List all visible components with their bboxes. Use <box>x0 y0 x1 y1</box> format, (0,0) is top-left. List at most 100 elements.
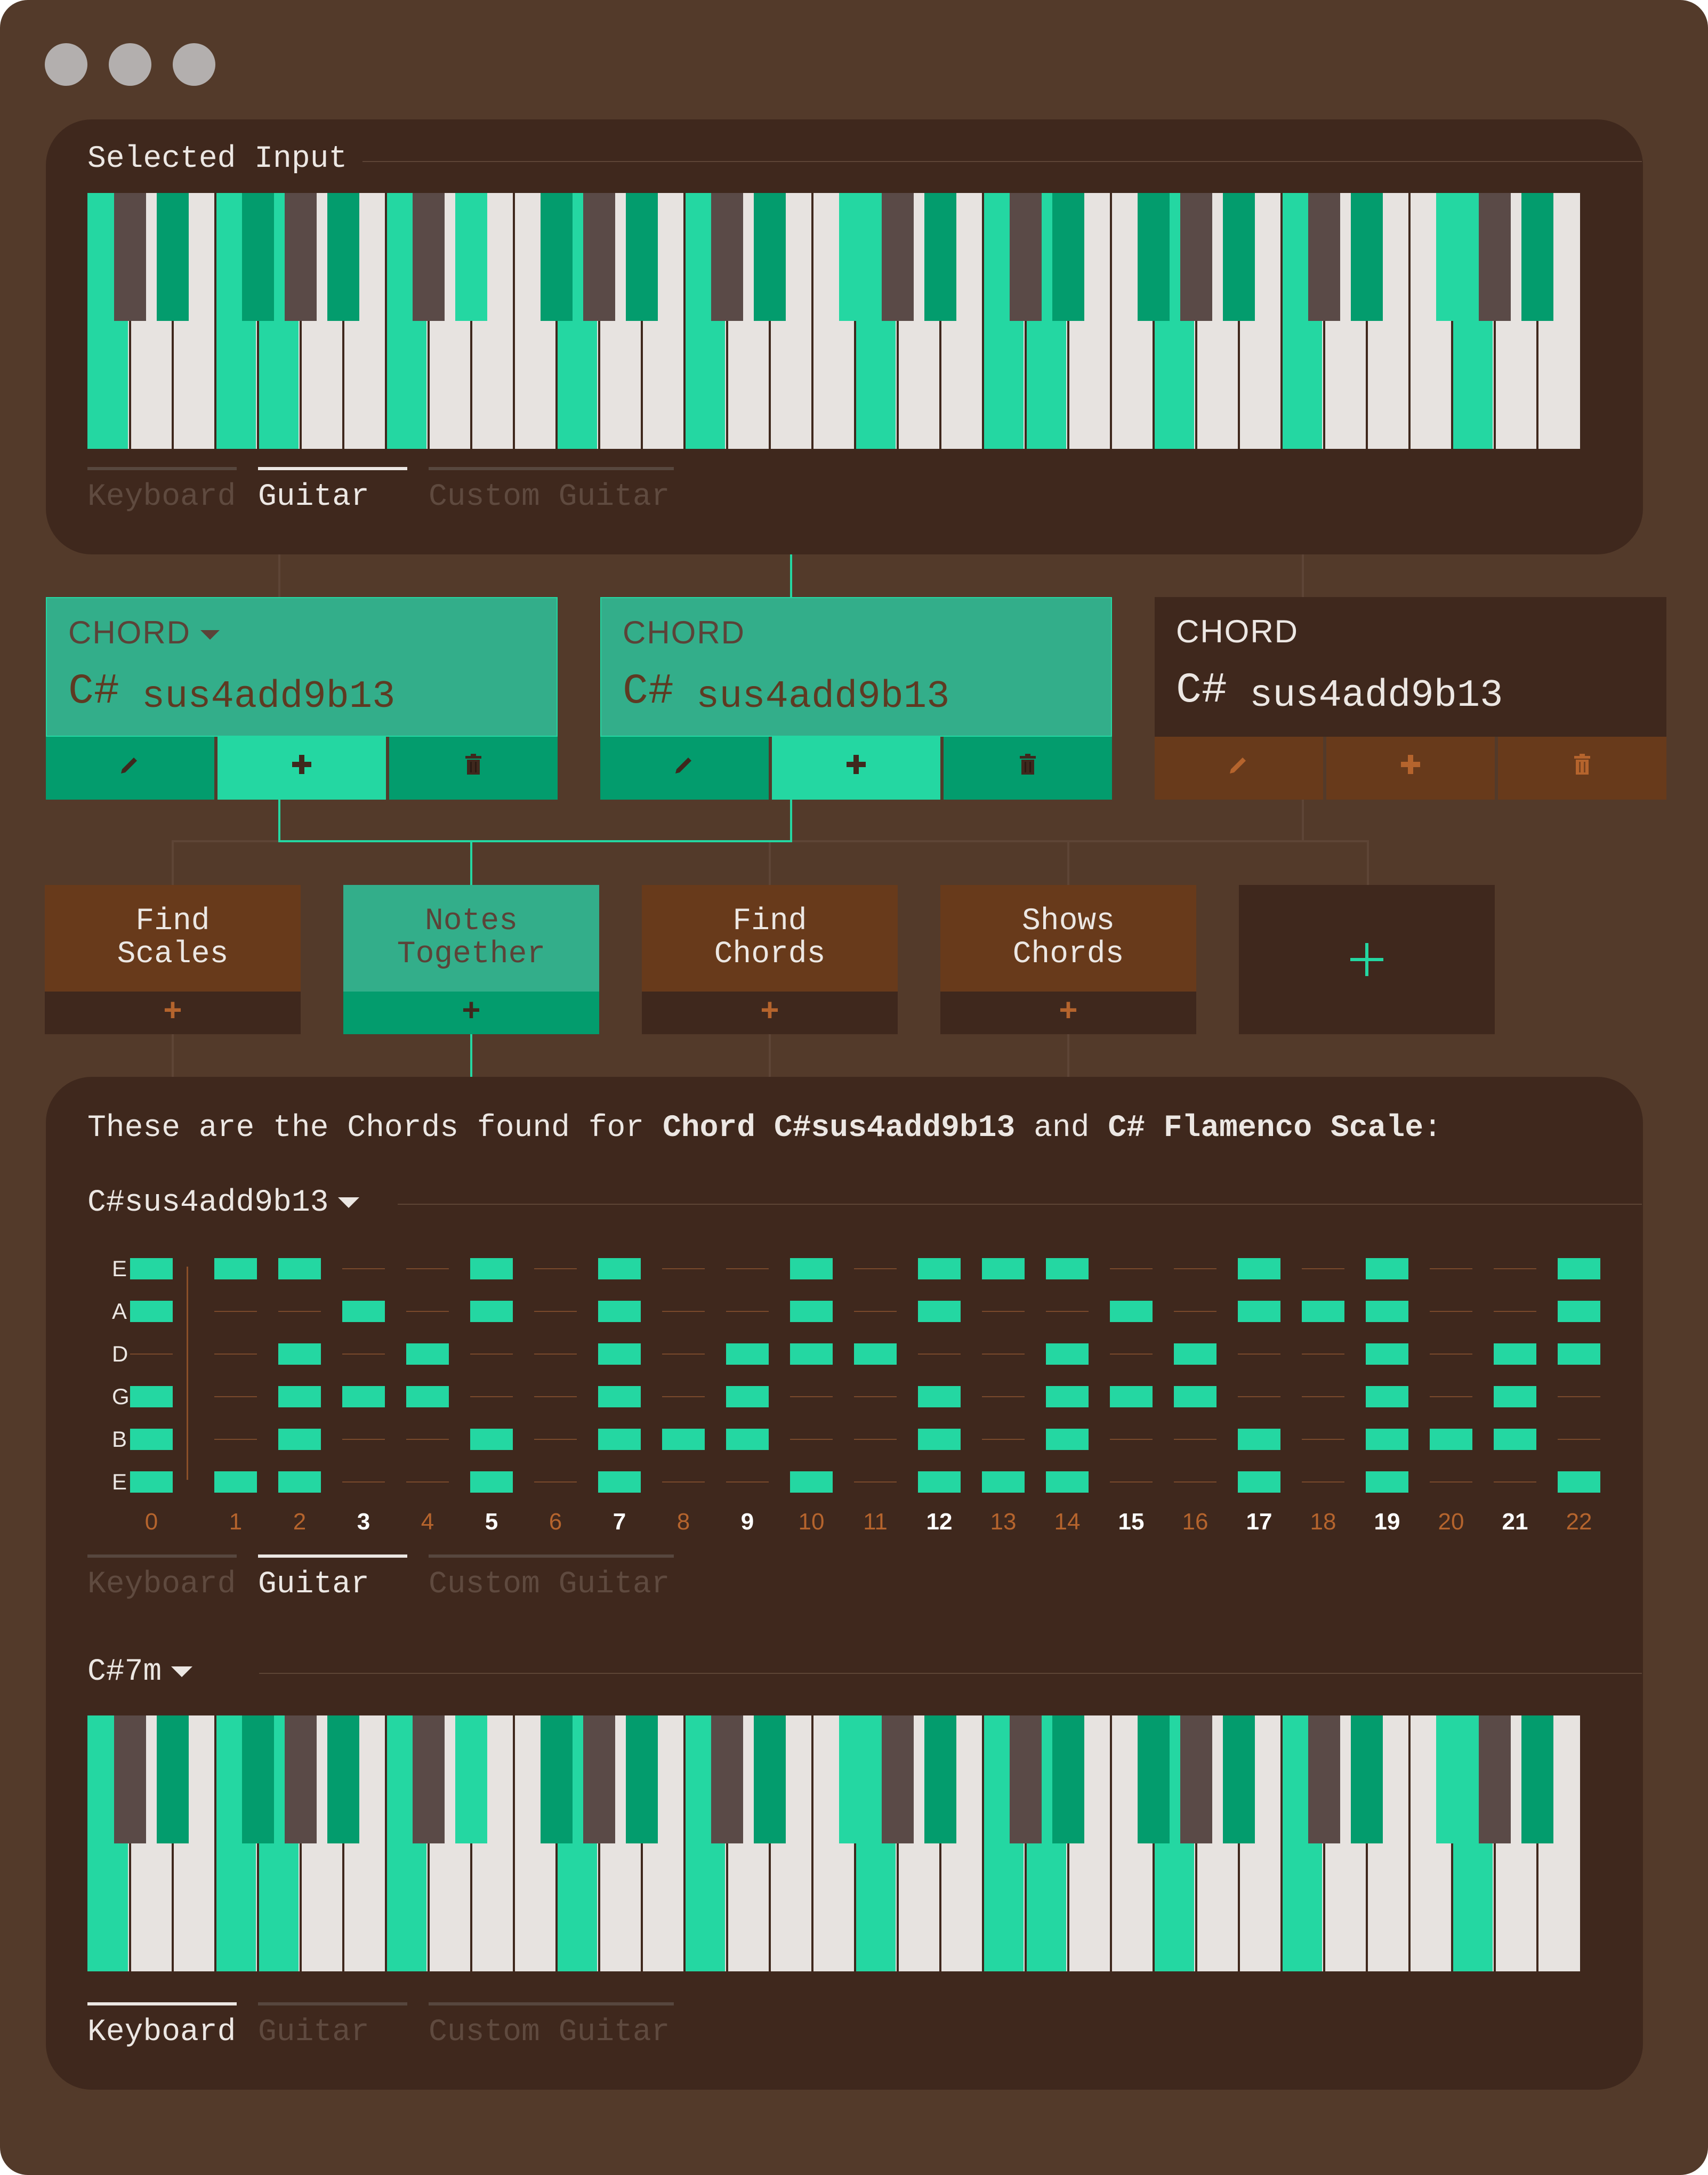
note-marker[interactable] <box>726 1429 769 1450</box>
window-minimize-button[interactable] <box>109 43 151 86</box>
note-marker[interactable] <box>726 1343 769 1365</box>
note-marker[interactable] <box>982 1471 1025 1493</box>
feature-find-scales[interactable]: Find Scales + <box>45 885 301 1034</box>
pencil-button[interactable] <box>46 737 214 800</box>
black-key[interactable] <box>711 193 743 321</box>
note-marker[interactable] <box>1046 1471 1089 1493</box>
chord-label[interactable]: CHORD <box>68 614 220 651</box>
black-key[interactable] <box>1010 1715 1042 1843</box>
black-key[interactable] <box>157 193 189 321</box>
black-key[interactable] <box>1010 193 1042 321</box>
black-key[interactable] <box>583 1715 615 1843</box>
note-marker[interactable] <box>1558 1343 1600 1365</box>
note-marker[interactable] <box>130 1471 173 1493</box>
black-key[interactable] <box>285 193 317 321</box>
note-marker[interactable] <box>918 1386 961 1407</box>
note-marker[interactable] <box>1558 1301 1600 1322</box>
black-key[interactable] <box>1521 193 1553 321</box>
note-marker[interactable] <box>1238 1258 1280 1279</box>
note-marker[interactable] <box>470 1258 513 1279</box>
note-marker[interactable] <box>1366 1343 1408 1365</box>
black-key[interactable] <box>1052 193 1084 321</box>
note-marker[interactable] <box>1302 1301 1344 1322</box>
black-key[interactable] <box>157 1715 189 1843</box>
black-key[interactable] <box>1308 193 1340 321</box>
note-marker[interactable] <box>278 1343 321 1365</box>
note-marker[interactable] <box>790 1471 833 1493</box>
black-key[interactable] <box>114 193 146 321</box>
black-key[interactable] <box>1521 1715 1553 1843</box>
note-marker[interactable] <box>662 1429 705 1450</box>
chord-card[interactable]: CHORD C# sus4add9b13 <box>1155 597 1666 800</box>
black-key[interactable] <box>1052 1715 1084 1843</box>
black-key[interactable] <box>626 1715 658 1843</box>
add-button[interactable]: + <box>940 992 1196 1034</box>
note-marker[interactable] <box>982 1258 1025 1279</box>
tab-custom-guitar[interactable]: Custom Guitar <box>429 467 674 514</box>
window-maximize-button[interactable] <box>173 43 215 86</box>
note-marker[interactable] <box>1110 1301 1153 1322</box>
black-key[interactable] <box>1436 193 1468 321</box>
tab-keyboard[interactable]: Keyboard <box>87 2002 237 2050</box>
note-marker[interactable] <box>918 1429 961 1450</box>
piano-keyboard[interactable] <box>87 1715 1580 1971</box>
black-key[interactable] <box>1223 193 1255 321</box>
black-key[interactable] <box>1223 1715 1255 1843</box>
tab-custom-guitar[interactable]: Custom Guitar <box>429 2002 674 2050</box>
trash-button[interactable] <box>389 737 558 800</box>
plus-button[interactable] <box>772 737 940 800</box>
note-marker[interactable] <box>790 1343 833 1365</box>
black-key[interactable] <box>327 1715 359 1843</box>
note-marker[interactable] <box>598 1429 641 1450</box>
note-marker[interactable] <box>1174 1386 1216 1407</box>
black-key[interactable] <box>839 1715 871 1843</box>
note-marker[interactable] <box>1366 1386 1408 1407</box>
chord-card[interactable]: CHORD C# sus4add9b13 <box>600 597 1112 800</box>
note-marker[interactable] <box>1110 1386 1153 1407</box>
chord-selector-1[interactable]: C#sus4add9b13 <box>87 1186 360 1220</box>
black-key[interactable] <box>924 193 956 321</box>
add-button[interactable]: + <box>343 992 599 1034</box>
note-marker[interactable] <box>1494 1343 1536 1365</box>
note-marker[interactable] <box>130 1429 173 1450</box>
trash-button[interactable] <box>1498 737 1666 800</box>
black-key[interactable] <box>1351 193 1383 321</box>
note-marker[interactable] <box>1430 1429 1472 1450</box>
black-key[interactable] <box>1479 1715 1511 1843</box>
black-key[interactable] <box>711 1715 743 1843</box>
note-marker[interactable] <box>918 1258 961 1279</box>
note-marker[interactable] <box>1366 1301 1408 1322</box>
note-marker[interactable] <box>790 1258 833 1279</box>
note-marker[interactable] <box>598 1258 641 1279</box>
black-key[interactable] <box>1180 1715 1212 1843</box>
pencil-button[interactable] <box>1155 737 1323 800</box>
black-key[interactable] <box>1138 193 1170 321</box>
note-marker[interactable] <box>1366 1471 1408 1493</box>
tab-keyboard[interactable]: Keyboard <box>87 1554 237 1602</box>
note-marker[interactable] <box>1046 1429 1089 1450</box>
black-key[interactable] <box>754 193 786 321</box>
black-key[interactable] <box>626 193 658 321</box>
note-marker[interactable] <box>1046 1343 1089 1365</box>
black-key[interactable] <box>285 1715 317 1843</box>
add-button[interactable]: + <box>642 992 898 1034</box>
chevron-down-icon[interactable] <box>200 630 220 640</box>
note-marker[interactable] <box>598 1471 641 1493</box>
note-marker[interactable] <box>1238 1301 1280 1322</box>
black-key[interactable] <box>839 193 871 321</box>
black-key[interactable] <box>754 1715 786 1843</box>
note-marker[interactable] <box>342 1301 385 1322</box>
note-marker[interactable] <box>1366 1429 1408 1450</box>
add-button[interactable]: + <box>45 992 301 1034</box>
tab-keyboard[interactable]: Keyboard <box>87 467 237 514</box>
note-marker[interactable] <box>130 1386 173 1407</box>
black-key[interactable] <box>114 1715 146 1843</box>
note-marker[interactable] <box>342 1386 385 1407</box>
plus-button[interactable] <box>1326 737 1495 800</box>
black-key[interactable] <box>541 193 573 321</box>
black-key[interactable] <box>1138 1715 1170 1843</box>
black-key[interactable] <box>583 193 615 321</box>
plus-button[interactable] <box>217 737 386 800</box>
black-key[interactable] <box>327 193 359 321</box>
black-key[interactable] <box>455 193 487 321</box>
